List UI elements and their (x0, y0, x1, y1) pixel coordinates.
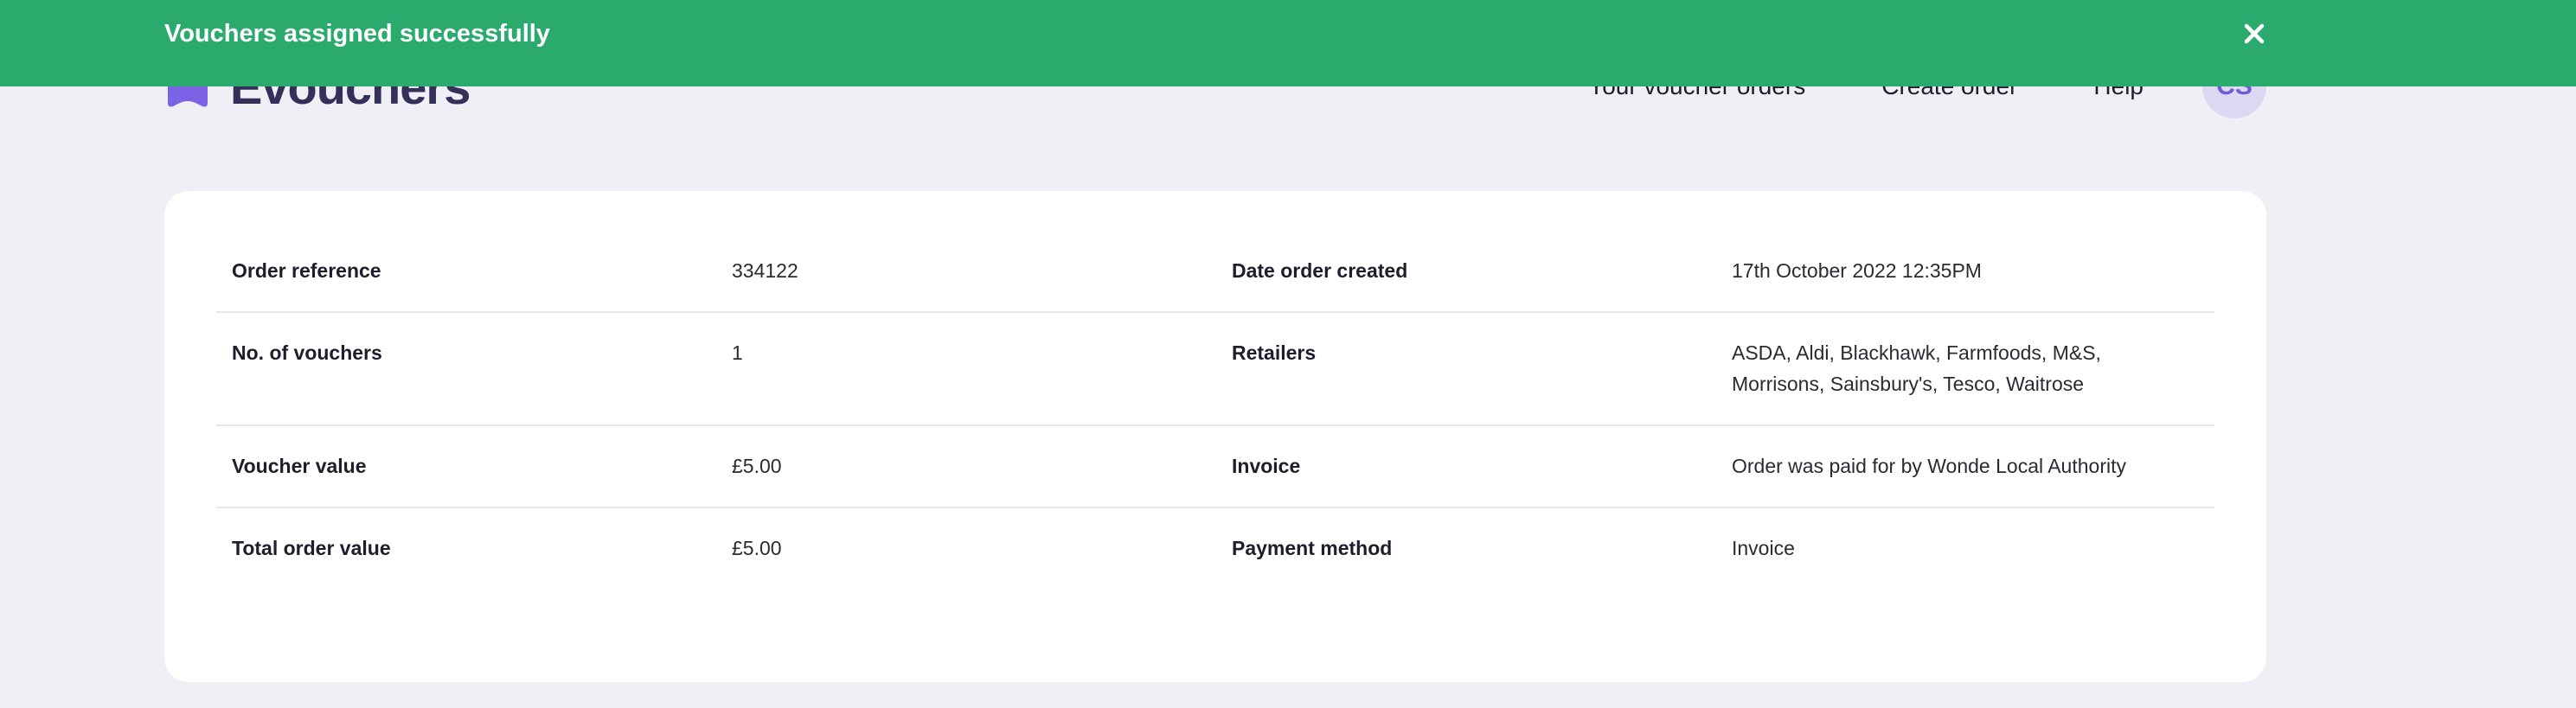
date-order-created-label: Date order created (1232, 259, 1408, 282)
page: Evouchers Your voucher orders Create ord… (0, 0, 2576, 708)
voucher-value-value: £5.00 (732, 455, 782, 477)
number-of-vouchers-label: No. of vouchers (232, 341, 382, 364)
toast-message: Vouchers assigned successfully (164, 19, 550, 48)
success-toast: Vouchers assigned successfully (0, 0, 2576, 86)
retailers-value: ASDA, Aldi, Blackhawk, Farmfoods, M&S, M… (1732, 341, 2101, 395)
voucher-value-label: Voucher value (232, 455, 367, 477)
order-details-card: Order reference 334122 Date order create… (164, 191, 2266, 682)
date-order-created-value: 17th October 2022 12:35PM (1732, 259, 1982, 282)
retailers-label: Retailers (1232, 341, 1317, 364)
number-of-vouchers-value: 1 (732, 341, 743, 364)
order-details-table: Order reference 334122 Date order create… (216, 231, 2214, 589)
close-icon[interactable] (2242, 22, 2266, 46)
invoice-value: Order was paid for by Wonde Local Author… (1732, 455, 2126, 477)
table-row: No. of vouchers 1 Retailers ASDA, Aldi, … (216, 312, 2214, 425)
total-order-value-label: Total order value (232, 537, 391, 559)
table-row: Order reference 334122 Date order create… (216, 231, 2214, 312)
payment-method-value: Invoice (1732, 537, 1795, 559)
payment-method-label: Payment method (1232, 537, 1393, 559)
total-order-value-value: £5.00 (732, 537, 782, 559)
table-row: Voucher value £5.00 Invoice Order was pa… (216, 425, 2214, 507)
order-reference-value: 334122 (732, 259, 798, 282)
order-reference-label: Order reference (232, 259, 381, 282)
invoice-label: Invoice (1232, 455, 1301, 477)
table-row: Total order value £5.00 Payment method I… (216, 507, 2214, 589)
